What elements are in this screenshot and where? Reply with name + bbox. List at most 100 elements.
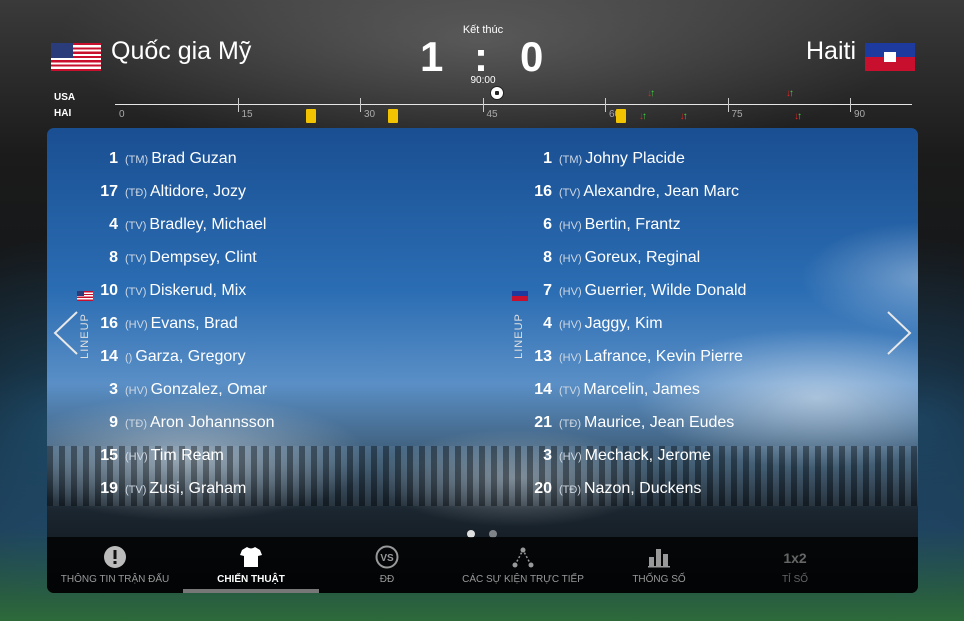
tab-live-events[interactable]: CÁC SỰ KIỆN TRỰC TIẾP <box>455 537 591 593</box>
player-row[interactable]: 9 (TĐ) Aron Johannsson <box>78 411 274 435</box>
player-name: Maurice, Jean Eudes <box>584 414 735 431</box>
player-number: 8 <box>109 249 118 266</box>
player-row[interactable]: 16 (TV) Alexandre, Jean Marc <box>512 180 739 204</box>
timeline-minute-label: 75 <box>731 109 743 120</box>
player-row[interactable]: 4 (HV) Jaggy, Kim <box>512 312 662 336</box>
player-row[interactable]: 14 (TV) Marcelin, James <box>512 378 700 402</box>
lineup-panel: LINEUP LINEUP 1 (TM) Brad Guzan 17 (TĐ) Altid… <box>47 128 918 593</box>
tab-tactics[interactable]: CHIẾN THUẬT <box>183 537 319 593</box>
player-number: 7 <box>543 282 552 299</box>
player-position: (TV) <box>125 220 147 232</box>
next-arrow-icon[interactable] <box>884 310 914 356</box>
player-position: (TV) <box>125 286 147 298</box>
player-position: (TĐ) <box>125 418 147 430</box>
player-row[interactable]: 6 (HV) Bertin, Frantz <box>512 213 681 237</box>
shirt-icon <box>239 545 263 569</box>
substitution-icon[interactable]: ↓↑ <box>639 111 653 123</box>
home-score: 1 <box>420 33 444 80</box>
goal-ball-icon <box>490 86 504 100</box>
player-name: Tim Ream <box>150 447 224 464</box>
player-row[interactable]: 4 (TV) Bradley, Michael <box>78 213 266 237</box>
player-number: 14 <box>100 348 118 365</box>
yellow-card-icon[interactable] <box>616 109 627 123</box>
timeline-tick <box>360 98 361 112</box>
player-name: Bertin, Frantz <box>584 216 681 233</box>
player-position: (HV) <box>125 451 148 463</box>
player-name: Mechack, Jerome <box>584 447 711 464</box>
yellow-card-icon[interactable] <box>306 109 316 123</box>
player-number: 21 <box>534 414 552 431</box>
player-name: Bradley, Michael <box>149 216 267 233</box>
player-number: 4 <box>109 216 118 233</box>
tab-label: THÔNG TIN TRẬN ĐẤU <box>60 574 170 585</box>
player-name: Zusi, Graham <box>149 480 247 497</box>
player-number: 4 <box>543 315 552 332</box>
player-position: (HV) <box>559 319 582 331</box>
player-row[interactable]: 8 (TV) Dempsey, Clint <box>78 246 257 270</box>
tab-odds[interactable]: 1x2 TỈ SỐ <box>727 537 863 593</box>
player-name: Brad Guzan <box>151 150 237 167</box>
player-row[interactable]: 10 (TV) Diskerud, Mix <box>78 279 246 303</box>
timeline-minute-label: 90 <box>854 109 866 120</box>
player-row[interactable]: 1 (TM) Johny Placide <box>512 147 685 171</box>
player-position: (HV) <box>559 352 582 364</box>
alert-icon <box>103 545 127 569</box>
tab-label: CHIẾN THUẬT <box>217 574 285 585</box>
timeline-tick <box>605 98 606 112</box>
player-number: 1 <box>109 150 118 167</box>
player-row[interactable]: 13 (HV) Lafrance, Kevin Pierre <box>512 345 743 369</box>
timeline-nodes-icon <box>511 545 535 569</box>
player-position: (TĐ) <box>559 484 581 496</box>
tab-match-info[interactable]: THÔNG TIN TRẬN ĐẤU <box>47 537 183 593</box>
previous-arrow-icon[interactable] <box>51 310 81 356</box>
player-number: 3 <box>109 381 118 398</box>
svg-text:VS: VS <box>380 553 394 564</box>
player-row[interactable]: 1 (TM) Brad Guzan <box>78 147 237 171</box>
tab-head-to-head[interactable]: VS ĐĐ <box>319 537 455 593</box>
timeline-minute-label: 15 <box>241 109 253 120</box>
player-row[interactable]: 19 (TV) Zusi, Graham <box>78 477 246 501</box>
away-team-name[interactable]: Haiti <box>806 37 856 66</box>
timeline-tick <box>482 98 484 112</box>
home-team-name[interactable]: Quốc gia Mỹ <box>111 37 251 66</box>
player-row[interactable]: 20 (TĐ) Nazon, Duckens <box>512 477 701 501</box>
player-number: 16 <box>534 183 552 200</box>
player-position: (TĐ) <box>559 418 581 430</box>
substitution-icon[interactable]: ↓↑ <box>647 88 661 100</box>
player-row[interactable]: 14 () Garza, Gregory <box>78 345 245 369</box>
substitution-icon[interactable]: ↓↑ <box>794 111 808 123</box>
player-number: 19 <box>100 480 118 497</box>
player-name: Nazon, Duckens <box>584 480 702 497</box>
player-row[interactable]: 3 (HV) Mechack, Jerome <box>512 444 711 468</box>
timeline-minute-label: 45 <box>486 109 498 120</box>
player-number: 20 <box>534 480 552 497</box>
yellow-card-icon[interactable] <box>387 109 398 123</box>
player-row[interactable]: 15 (HV) Tim Ream <box>78 444 224 468</box>
player-row[interactable]: 8 (HV) Goreux, Reginal <box>512 246 700 270</box>
player-position: () <box>125 352 133 364</box>
timeline-tick <box>727 98 729 112</box>
player-position: (HV) <box>559 451 582 463</box>
player-number: 16 <box>100 315 118 332</box>
player-number: 6 <box>543 216 552 233</box>
player-position: (TV) <box>559 385 581 397</box>
player-row[interactable]: 21 (TĐ) Maurice, Jean Eudes <box>512 411 734 435</box>
match-time: 90:00 <box>470 75 496 86</box>
player-row[interactable]: 7 (HV) Guerrier, Wilde Donald <box>512 279 746 303</box>
player-row[interactable]: 3 (HV) Gonzalez, Omar <box>78 378 267 402</box>
player-number: 10 <box>100 282 118 299</box>
timeline-home-code: USA <box>54 92 76 103</box>
player-number: 15 <box>100 447 118 464</box>
tab-statistics[interactable]: THỐNG SỐ <box>591 537 727 593</box>
substitution-icon[interactable]: ↓↑ <box>680 111 694 123</box>
away-score: 0 <box>520 33 544 80</box>
player-row[interactable]: 17 (TĐ) Altidore, Jozy <box>78 180 246 204</box>
tab-label: ĐĐ <box>379 574 395 585</box>
player-row[interactable]: 16 (HV) Evans, Brad <box>78 312 238 336</box>
player-position: (TM) <box>559 154 583 166</box>
substitution-icon[interactable]: ↓↑ <box>786 88 800 100</box>
odds-icon: 1x2 <box>783 550 807 566</box>
player-name: Altidore, Jozy <box>150 183 247 200</box>
player-number: 9 <box>109 414 118 431</box>
timeline-tick <box>850 98 851 112</box>
